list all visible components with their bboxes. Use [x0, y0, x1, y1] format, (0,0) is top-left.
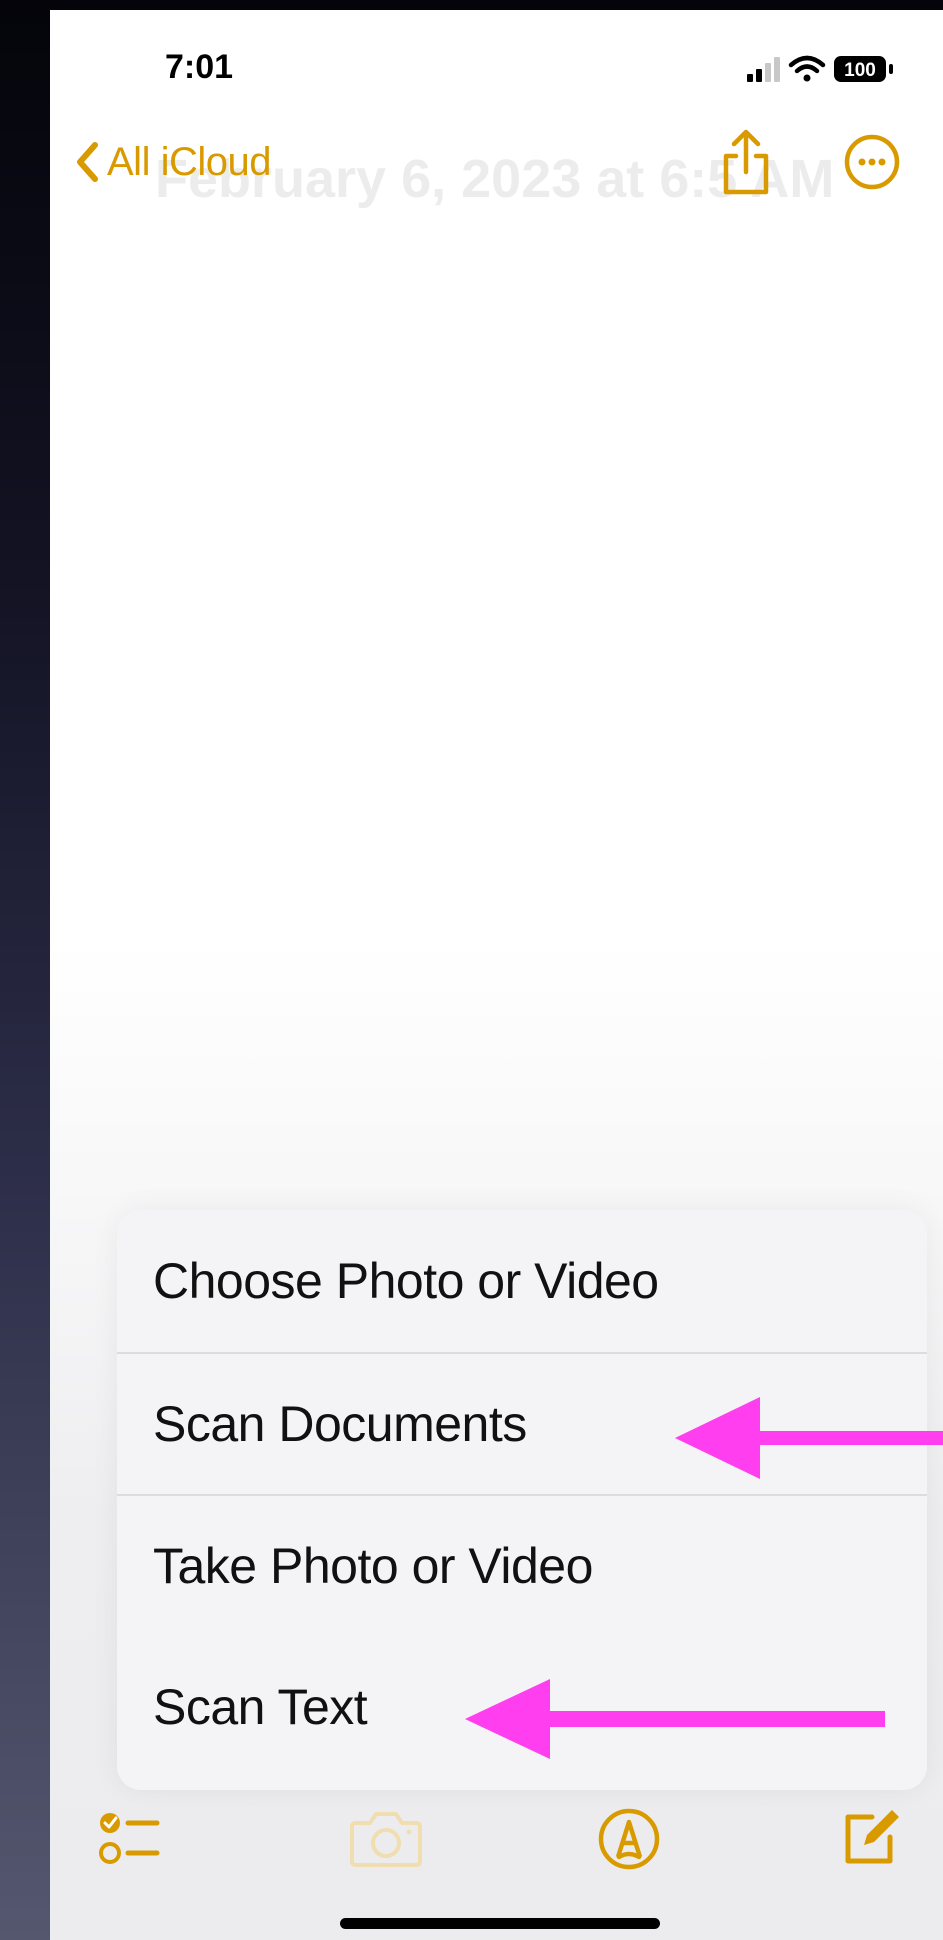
menu-item-label: Take Photo or Video: [153, 1538, 593, 1594]
wifi-icon: [788, 55, 826, 82]
camera-icon[interactable]: [348, 1807, 424, 1871]
cellular-signal-icon: [747, 57, 780, 82]
battery-level: 100: [844, 60, 876, 81]
battery-icon: 100: [834, 56, 893, 82]
menu-item-label: Choose Photo or Video: [153, 1253, 659, 1309]
checklist-icon[interactable]: [95, 1805, 165, 1875]
nav-bar: February 6, 2023 at 6:5 AM All iCloud: [50, 120, 943, 210]
status-icons: 100: [747, 55, 893, 82]
markup-icon[interactable]: [595, 1805, 663, 1873]
annotation-arrow-scan-text: [465, 1679, 885, 1759]
compose-icon[interactable]: [838, 1803, 904, 1873]
menu-item-take-photo-or-video[interactable]: Take Photo or Video: [117, 1494, 927, 1636]
menu-item-label: Scan Documents: [153, 1396, 527, 1452]
chevron-left-icon: [77, 142, 98, 182]
bottom-toolbar: [50, 1785, 943, 1895]
more-options-icon[interactable]: [840, 130, 904, 194]
back-label: All iCloud: [107, 139, 271, 184]
back-button[interactable]: All iCloud: [75, 132, 271, 192]
phone-screen: 7:01 100 February 6, 2023 at 6:5 AM All …: [50, 10, 943, 1940]
menu-item-label: Scan Text: [153, 1679, 368, 1735]
home-indicator: [340, 1918, 660, 1929]
menu-item-choose-photo-or-video[interactable]: Choose Photo or Video: [117, 1210, 927, 1352]
status-bar: 7:01 100: [50, 10, 943, 110]
status-time: 7:01: [165, 48, 234, 86]
annotation-arrow-scan-documents: [675, 1397, 943, 1479]
share-icon[interactable]: [718, 126, 774, 198]
